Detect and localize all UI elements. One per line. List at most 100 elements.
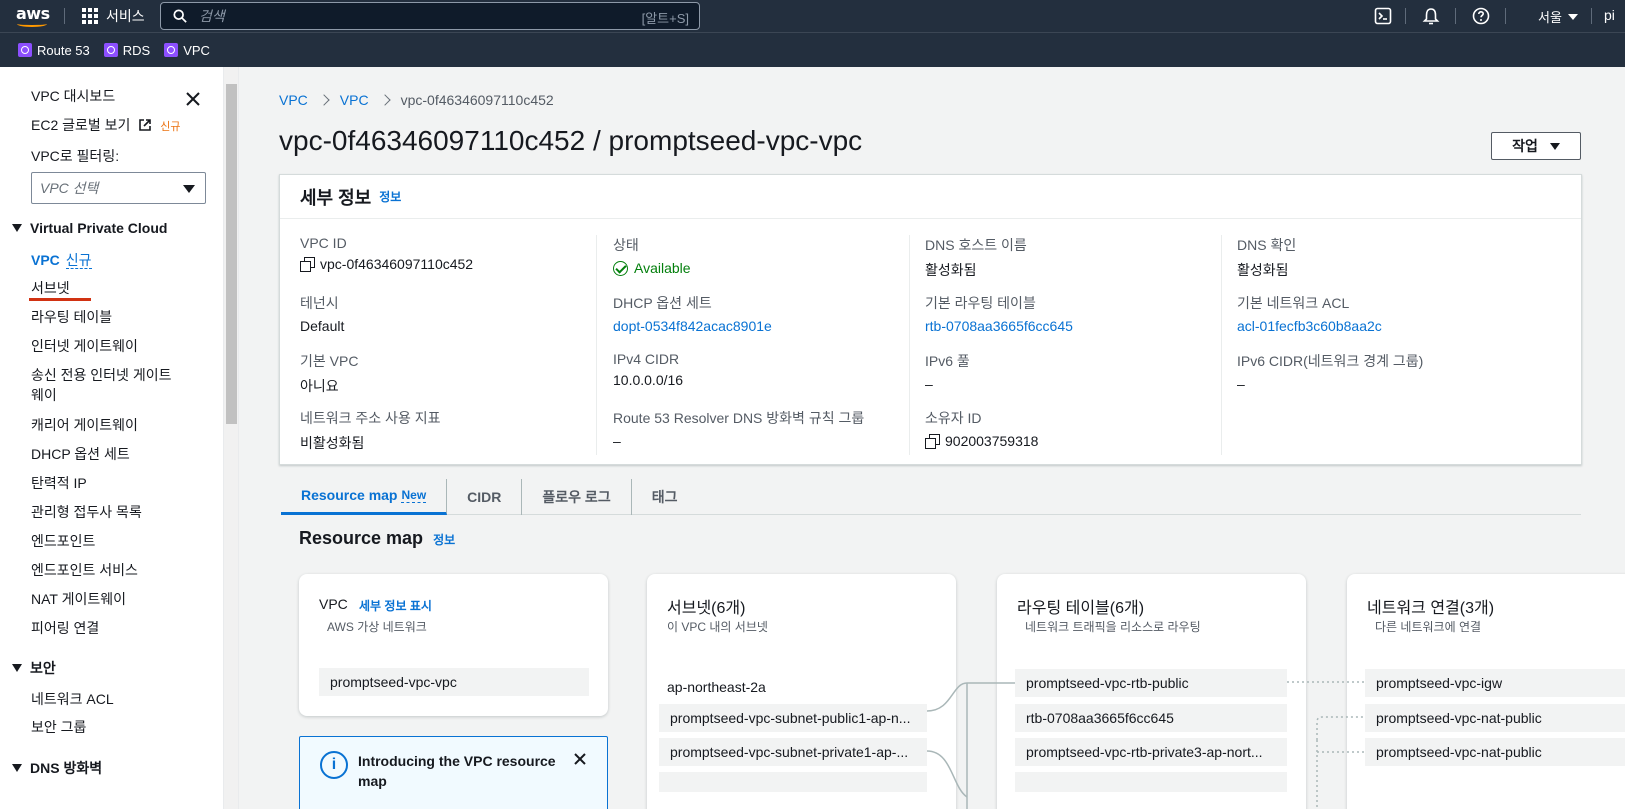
card-title: VPC (319, 596, 348, 612)
section-toggle-security[interactable]: 보안 (12, 658, 56, 678)
owner-id-value: 902003759318 (945, 433, 1039, 449)
sidebar-item-network-acls[interactable]: 네트워크 ACL (31, 689, 114, 709)
dhcp-link[interactable]: dopt-0534f842acac8901e (613, 318, 772, 334)
breadcrumb-link-vpcs[interactable]: VPC (340, 92, 369, 108)
main-route-table-link[interactable]: rtb-0708aa3665f6cc645 (925, 318, 1073, 334)
actions-label: 작업 (1512, 138, 1538, 154)
search-input[interactable] (199, 7, 619, 25)
actions-button[interactable]: 작업 (1491, 132, 1581, 160)
sidebar-item-elastic-ips[interactable]: 탄력적 IP (31, 473, 87, 493)
main-network-acl-link[interactable]: acl-01fecfb3c60b8aa2c (1237, 318, 1382, 334)
search-bar[interactable]: [알트+S] (160, 2, 700, 30)
route-table-item[interactable]: rtb-0708aa3665f6cc645 (1015, 704, 1287, 732)
field-label: 네트워크 주소 사용 지표 (300, 410, 441, 426)
field-label: 테넌시 (300, 295, 339, 311)
sidebar-item-subnets[interactable]: 서브넷 (31, 278, 70, 298)
subnet-item[interactable]: promptseed-vpc-subnet-public1-ap-n... (659, 704, 927, 732)
field-label: IPv6 풀 (925, 353, 970, 369)
vpc-filter-label: VPC로 필터링: (31, 148, 120, 164)
help-icon[interactable] (1472, 7, 1490, 25)
show-details-link[interactable]: 세부 정보 표시 (359, 597, 432, 614)
field-value: 아니요 (300, 378, 339, 394)
sidebar-item-label: 웨이 (31, 387, 57, 403)
subnet-item[interactable]: promptseed-vpc-subnet-private1-ap-... (659, 738, 927, 766)
route-table-item[interactable]: promptseed-vpc-rtb-public (1015, 669, 1287, 697)
field-vpc-id: VPC ID vpc-0f46346097110c452 (300, 235, 473, 272)
sidebar-item-security-groups[interactable]: 보안 그룹 (31, 717, 86, 737)
field-tenancy: 테넌시 Default (300, 293, 344, 334)
field-label: 기본 VPC (300, 353, 359, 369)
account-menu[interactable]: pi (1604, 7, 1615, 23)
details-header: 세부 정보 정보 (280, 175, 1581, 219)
sidebar-item-route-tables[interactable]: 라우팅 테이블 (31, 307, 112, 327)
route-table-item[interactable] (1015, 772, 1287, 792)
close-icon[interactable] (184, 90, 202, 108)
sidebar-item-ec2-global-view[interactable]: EC2 글로벌 보기 신규 (31, 115, 180, 135)
grid-icon (82, 8, 98, 24)
sidebar-item-managed-prefix-lists[interactable]: 관리형 접두사 목록 (31, 502, 142, 522)
section-toggle-dns-firewall[interactable]: DNS 방화벽 (12, 758, 102, 778)
divider (1591, 8, 1592, 24)
tab-flow-logs[interactable]: 플로우 로그 (522, 478, 632, 515)
connection-item[interactable]: promptseed-vpc-nat-public (1365, 738, 1625, 766)
divider (1455, 8, 1456, 24)
breadcrumb-link-vpc[interactable]: VPC (279, 92, 308, 108)
tab-tags[interactable]: 태그 (632, 479, 698, 515)
info-link[interactable]: 정보 (379, 188, 401, 205)
sidebar-item-vpc-dashboard[interactable]: VPC 대시보드 (31, 86, 115, 106)
field-label: Route 53 Resolver DNS 방화벽 규칙 그룹 (613, 410, 865, 426)
external-link-icon (139, 119, 152, 131)
card-subtitle: AWS 가상 네트워크 (327, 620, 427, 634)
connection-item[interactable]: promptseed-vpc-igw (1365, 669, 1625, 697)
sidebar-item-peering-connections[interactable]: 피어링 연결 (31, 618, 99, 638)
field-ipv6-cidr: IPv6 CIDR(네트워크 경계 그룹) – (1237, 351, 1423, 392)
tab-label: CIDR (467, 488, 502, 505)
sidebar-item-endpoint-services[interactable]: 엔드포인트 서비스 (31, 560, 138, 580)
field-label: 소유자 ID (925, 410, 982, 426)
caret-down-icon (1567, 13, 1578, 20)
section-heading: 보안 (30, 660, 56, 676)
tab-resource-map[interactable]: Resource map New (281, 478, 448, 515)
vpc-item[interactable]: promptseed-vpc-vpc (319, 668, 589, 696)
favorite-vpc[interactable]: VPC (164, 43, 210, 58)
subnets-card: 서브넷(6개) 이 VPC 내의 서브넷 ap-northeast-2a pro… (647, 574, 956, 809)
services-menu-button[interactable]: 서비스 (82, 6, 145, 26)
sidebar-item-egress-only-igw[interactable]: 송신 전용 인터넷 게이트 웨이 (31, 365, 171, 405)
sidebar-item-internet-gateways[interactable]: 인터넷 게이트웨이 (31, 336, 138, 356)
sidebar-scrollbar[interactable] (224, 67, 239, 809)
favorite-route53[interactable]: Route 53 (18, 43, 90, 58)
favorite-rds[interactable]: RDS (103, 43, 150, 58)
connection-item[interactable]: promptseed-vpc-nat-public (1365, 704, 1625, 732)
new-badge: New (401, 487, 427, 503)
field-label: VPC ID (300, 235, 347, 251)
route-table-item[interactable]: promptseed-vpc-rtb-private3-ap-nort... (1015, 738, 1287, 766)
aws-logo[interactable]: aws (16, 4, 50, 28)
sidebar-item-dhcp-option-sets[interactable]: DHCP 옵션 세트 (31, 444, 130, 464)
sidebar-item-carrier-gateways[interactable]: 캐리어 게이트웨이 (31, 415, 138, 435)
aws-smile-icon (17, 21, 47, 27)
notice-text: Introducing the VPC resource map (358, 753, 556, 789)
vpc-id-value: vpc-0f46346097110c452 (320, 256, 474, 272)
region-selector[interactable]: 서울 (1538, 7, 1578, 26)
sidebar-item-vpc[interactable]: VPC 신규 (31, 250, 92, 270)
sidebar-item-nat-gateways[interactable]: NAT 게이트웨이 (31, 589, 126, 609)
top-navigation-bar: aws 서비스 [알트+S] 서울 pi (0, 0, 1625, 32)
tab-cidr[interactable]: CIDR (447, 478, 523, 515)
cloudshell-icon[interactable] (1374, 7, 1392, 25)
close-icon[interactable] (572, 751, 588, 767)
card-subtitle: 다른 네트워크에 연결 (1375, 620, 1482, 634)
copy-icon[interactable] (925, 434, 940, 449)
field-value: vpc-0f46346097110c452 (300, 256, 473, 272)
bell-icon[interactable] (1422, 7, 1440, 25)
subnet-item[interactable] (659, 772, 927, 792)
info-link[interactable]: 정보 (433, 531, 455, 548)
card-subtitle: 이 VPC 내의 서브넷 (667, 620, 768, 634)
copy-icon[interactable] (300, 257, 315, 272)
sidebar-item-endpoints[interactable]: 엔드포인트 (31, 531, 95, 551)
section-toggle-vpc[interactable]: Virtual Private Cloud (12, 220, 167, 236)
scrollbar-thumb[interactable] (226, 84, 237, 424)
divider (64, 8, 65, 24)
vpc-filter-select[interactable]: VPC 선택 (31, 172, 206, 204)
caret-down-icon (12, 764, 22, 772)
card-title: 서브넷(6개) (667, 600, 746, 617)
